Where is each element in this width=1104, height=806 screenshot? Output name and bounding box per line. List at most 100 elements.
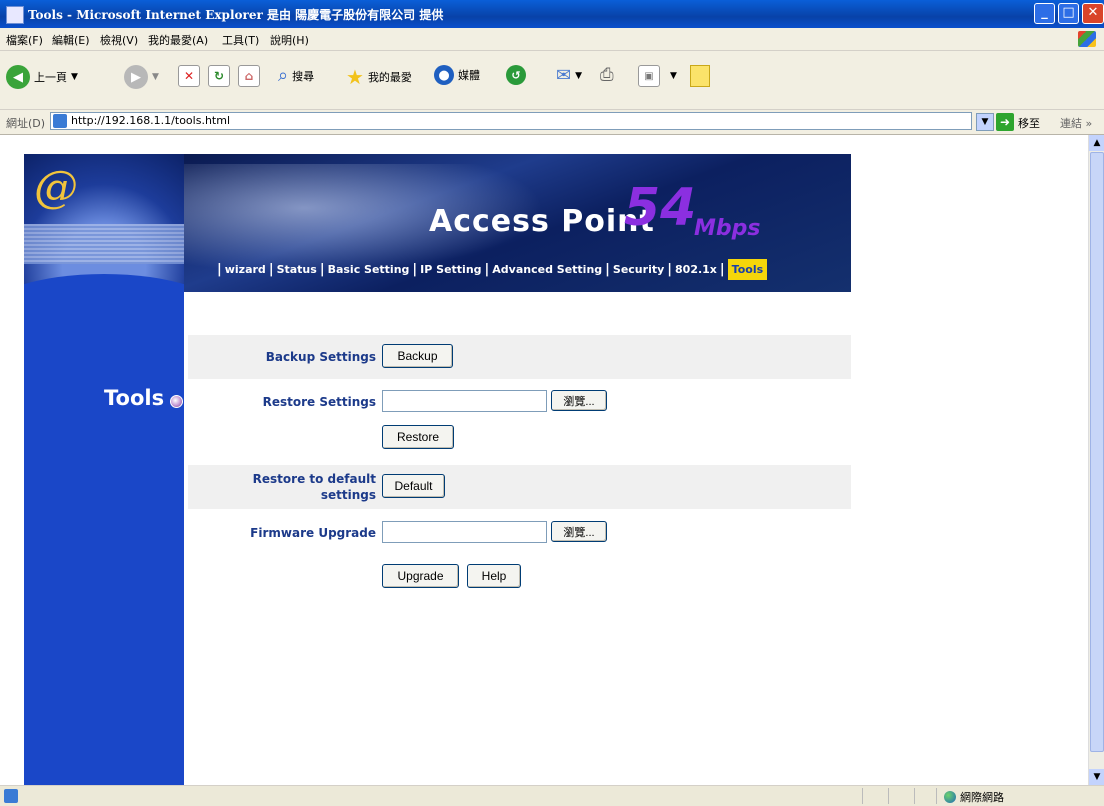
menu-favorites[interactable]: 我的最愛(A) bbox=[148, 32, 208, 48]
firmware-row: Firmware Upgrade 瀏覽... Upgrade Help bbox=[188, 509, 851, 599]
upgrade-button[interactable]: Upgrade bbox=[382, 564, 459, 588]
firmware-upgrade-label: Firmware Upgrade bbox=[250, 526, 376, 540]
nav-security[interactable]: Security bbox=[613, 263, 664, 276]
nav-status[interactable]: Status bbox=[277, 263, 317, 276]
backup-row: Backup Settings Backup bbox=[188, 335, 851, 379]
forward-dropdown-icon: ▼ bbox=[152, 72, 159, 82]
nav-advanced-setting[interactable]: Advanced Setting bbox=[492, 263, 602, 276]
media-button[interactable]: ● 媒體 bbox=[434, 65, 480, 85]
star-icon: ★ bbox=[346, 65, 364, 89]
header-banner: Access Point 54 Mbps | wizard | Status |… bbox=[184, 154, 851, 292]
sidebar-section-title: Tools bbox=[104, 386, 165, 410]
banner-speed: 54 bbox=[624, 178, 697, 238]
forward-arrow-icon: ▶ bbox=[124, 65, 148, 89]
nav-ip-setting[interactable]: IP Setting bbox=[420, 263, 481, 276]
forward-button[interactable]: ▶ ▼ bbox=[124, 65, 159, 89]
home-button[interactable]: ⌂ bbox=[238, 65, 260, 87]
page-content: @ Tools Access Point 54 Mbps | wizard | … bbox=[0, 135, 1088, 785]
address-label: 網址(D) bbox=[6, 117, 46, 130]
maximize-icon: □ bbox=[1062, 5, 1075, 20]
stop-button[interactable]: ✕ bbox=[178, 65, 200, 87]
nav-tools[interactable]: Tools bbox=[727, 258, 768, 280]
scroll-thumb[interactable] bbox=[1090, 152, 1104, 752]
status-bar: 網際網路 bbox=[0, 785, 1104, 806]
go-button[interactable]: 移至 bbox=[1018, 115, 1040, 131]
search-button[interactable]: ⌕ 搜尋 bbox=[278, 65, 314, 86]
restore-browse-button[interactable]: 瀏覽... bbox=[551, 390, 607, 411]
close-button[interactable]: ✕ bbox=[1082, 3, 1104, 24]
home-icon: ⌂ bbox=[238, 65, 260, 87]
left-sidebar: @ Tools bbox=[24, 154, 184, 785]
search-icon: ⌕ bbox=[278, 65, 289, 86]
print-icon: ⎙ bbox=[600, 65, 614, 85]
back-dropdown-icon: ▼ bbox=[71, 72, 78, 82]
firmware-browse-button[interactable]: 瀏覽... bbox=[551, 521, 607, 542]
maximize-button[interactable]: □ bbox=[1058, 3, 1079, 24]
links-button[interactable]: 連結 » bbox=[1060, 115, 1092, 131]
nav-8021x[interactable]: 802.1x bbox=[675, 263, 717, 276]
toolbar: ◀ 上一頁 ▼ ▶ ▼ ✕ ↻ ⌂ ⌕ 搜尋 ★ 我的最愛 ● 媒體 ↺ ✉ ▼… bbox=[0, 51, 1104, 110]
favorites-label: 我的最愛 bbox=[367, 71, 412, 84]
edit-button[interactable]: ▣ ▼ bbox=[638, 65, 677, 87]
menu-view[interactable]: 檢視(V) bbox=[100, 32, 138, 48]
favorites-button[interactable]: ★ 我的最愛 bbox=[346, 65, 412, 89]
stop-icon: ✕ bbox=[178, 65, 200, 87]
nav-basic-setting[interactable]: Basic Setting bbox=[328, 263, 410, 276]
window-title: Tools - Microsoft Internet Explorer 是由 陽… bbox=[28, 8, 444, 22]
address-input[interactable] bbox=[71, 114, 951, 127]
vertical-scrollbar[interactable]: ▲ ▼ bbox=[1088, 135, 1104, 785]
firmware-file-input[interactable] bbox=[382, 521, 547, 543]
edit-icon: ▣ bbox=[638, 65, 660, 87]
at-logo-icon: @ bbox=[34, 162, 78, 213]
media-icon: ● bbox=[434, 65, 454, 85]
go-arrow-icon[interactable]: ➜ bbox=[996, 113, 1014, 131]
back-arrow-icon: ◀ bbox=[6, 65, 30, 89]
media-label: 媒體 bbox=[458, 69, 480, 82]
close-icon: ✕ bbox=[1087, 5, 1099, 20]
ie-page-icon bbox=[6, 6, 24, 24]
sidebar-header-graphic: @ bbox=[24, 154, 184, 316]
bullet-icon bbox=[170, 395, 183, 408]
scroll-down-icon[interactable]: ▼ bbox=[1089, 769, 1104, 785]
restore-file-input[interactable] bbox=[382, 390, 547, 412]
title-bar: Tools - Microsoft Internet Explorer 是由 陽… bbox=[0, 0, 1104, 28]
security-zone: 網際網路 bbox=[944, 789, 1004, 805]
internet-globe-icon bbox=[944, 791, 956, 803]
help-button[interactable]: Help bbox=[467, 564, 521, 588]
edit-dropdown-icon: ▼ bbox=[670, 71, 677, 81]
menu-file[interactable]: 檔案(F) bbox=[6, 32, 43, 48]
zone-label: 網際網路 bbox=[960, 791, 1004, 804]
restore-default-row: Restore to default settings Default bbox=[188, 465, 851, 509]
restore-default-label-line1: Restore to default bbox=[252, 472, 376, 486]
note-button[interactable] bbox=[690, 65, 710, 87]
minimize-icon: _ bbox=[1041, 5, 1048, 20]
backup-button[interactable]: Backup bbox=[382, 344, 453, 368]
back-label: 上一頁 bbox=[34, 71, 67, 84]
scroll-up-icon[interactable]: ▲ bbox=[1089, 135, 1104, 151]
restore-row: Restore Settings 瀏覽... Restore bbox=[188, 379, 851, 465]
menu-tools[interactable]: 工具(T) bbox=[222, 32, 259, 48]
menu-bar: 檔案(F) 編輯(E) 檢視(V) 我的最愛(A) 工具(T) 說明(H) bbox=[0, 28, 1104, 51]
refresh-icon: ↻ bbox=[208, 65, 230, 87]
nav-wizard[interactable]: wizard bbox=[225, 263, 266, 276]
page-icon bbox=[53, 114, 67, 128]
restore-button[interactable]: Restore bbox=[382, 425, 454, 449]
history-button[interactable]: ↺ bbox=[506, 65, 526, 85]
history-icon: ↺ bbox=[506, 65, 526, 85]
minimize-button[interactable]: _ bbox=[1034, 3, 1055, 24]
refresh-button[interactable]: ↻ bbox=[208, 65, 230, 87]
default-button[interactable]: Default bbox=[382, 474, 445, 498]
address-bar: 網址(D) ▼ ➜ 移至 連結 » bbox=[0, 110, 1104, 135]
page-status-icon bbox=[4, 789, 18, 803]
windows-logo-icon bbox=[1078, 31, 1096, 47]
print-button[interactable]: ⎙ bbox=[600, 65, 614, 85]
mail-icon: ✉ bbox=[556, 65, 572, 86]
back-button[interactable]: ◀ 上一頁 ▼ bbox=[6, 65, 78, 89]
banner-title: Access Point bbox=[429, 204, 655, 239]
search-label: 搜尋 bbox=[292, 69, 315, 83]
address-field bbox=[50, 112, 972, 130]
menu-help[interactable]: 說明(H) bbox=[270, 32, 309, 48]
menu-edit[interactable]: 編輯(E) bbox=[52, 32, 90, 48]
mail-button[interactable]: ✉ ▼ bbox=[556, 65, 582, 86]
address-dropdown-icon[interactable]: ▼ bbox=[976, 113, 994, 131]
